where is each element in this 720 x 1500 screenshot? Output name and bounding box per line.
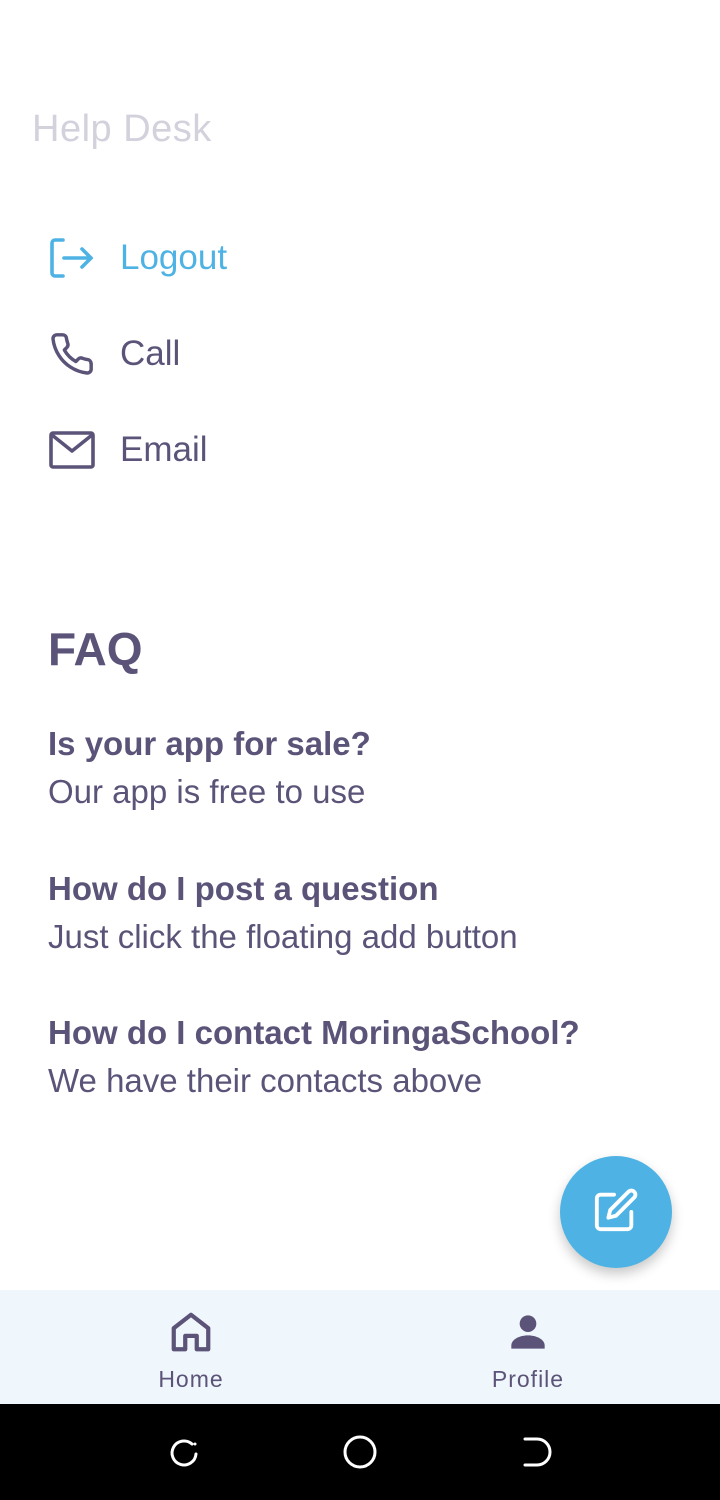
email-button[interactable]: Email bbox=[48, 420, 448, 480]
logout-icon bbox=[48, 234, 96, 282]
recent-apps-icon[interactable] bbox=[166, 1434, 202, 1470]
page-title: Help Desk bbox=[32, 108, 212, 150]
bottom-navigation: Home Profile bbox=[0, 1290, 720, 1404]
home-circle-icon[interactable] bbox=[342, 1434, 378, 1470]
person-icon bbox=[504, 1308, 552, 1356]
faq-answer: Our app is free to use bbox=[48, 773, 366, 810]
faq-answer: We have their contacts above bbox=[48, 1062, 483, 1099]
phone-icon bbox=[48, 330, 96, 378]
faq-question: Is your app for sale? bbox=[48, 725, 371, 762]
nav-home-label: Home bbox=[158, 1366, 224, 1392]
logout-label: Logout bbox=[120, 238, 228, 277]
faq-answer: Just click the floating add button bbox=[48, 918, 518, 955]
logout-button[interactable]: Logout bbox=[48, 228, 448, 288]
home-icon bbox=[167, 1308, 215, 1356]
faq-item: Is your app for sale? Our app is free to… bbox=[48, 720, 688, 816]
faq-question: How do I contact MoringaSchool? bbox=[48, 1014, 580, 1051]
faq-item: How do I contact MoringaSchool? We have … bbox=[48, 1009, 688, 1105]
add-question-fab[interactable] bbox=[560, 1156, 672, 1268]
faq-item: How do I post a question Just click the … bbox=[48, 865, 688, 961]
email-label: Email bbox=[120, 430, 208, 469]
mail-icon bbox=[48, 426, 96, 474]
back-icon[interactable] bbox=[517, 1434, 553, 1470]
call-button[interactable]: Call bbox=[48, 324, 448, 384]
faq-heading: FAQ bbox=[48, 623, 143, 675]
system-navigation-bar bbox=[0, 1404, 720, 1500]
nav-profile[interactable]: Profile bbox=[428, 1290, 628, 1404]
faq-question: How do I post a question bbox=[48, 870, 439, 907]
nav-profile-label: Profile bbox=[491, 1366, 565, 1392]
edit-icon bbox=[593, 1187, 639, 1238]
call-label: Call bbox=[120, 334, 181, 373]
nav-home[interactable]: Home bbox=[91, 1290, 291, 1404]
